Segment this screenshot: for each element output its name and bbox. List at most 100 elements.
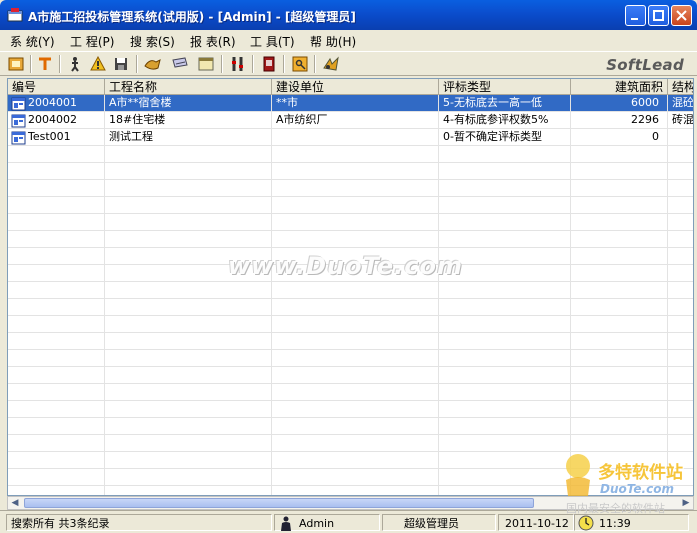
menu-tools[interactable]: 工 具(T) (250, 33, 295, 50)
cell-area: 0 (571, 129, 668, 146)
save-icon (115, 58, 127, 70)
close-icon (676, 10, 687, 21)
text-icon (39, 57, 51, 70)
status-time-value: 11:39 (599, 517, 631, 530)
cell-id: Test001 (8, 129, 105, 146)
cell-id: 2004001 (8, 95, 105, 112)
tools-button[interactable] (228, 54, 248, 74)
empty-row (8, 367, 693, 384)
menu-report[interactable]: 报 表(R) (190, 33, 236, 50)
lock-key-button[interactable] (290, 54, 310, 74)
minimize-button[interactable] (625, 5, 646, 26)
status-date: 2011-10-12 (498, 514, 574, 531)
cell-id: 2004002 (8, 112, 105, 129)
book-button[interactable] (259, 54, 279, 74)
column-header-area[interactable]: 建筑面积 (571, 79, 668, 95)
menu-help[interactable]: 帮 助(H) (310, 33, 356, 50)
cell-struct: 砖混 (668, 112, 693, 129)
cell-area: 6000 (571, 95, 668, 112)
cell-type: 5-无标底去一高一低 (439, 95, 571, 112)
minimize-icon (631, 18, 638, 20)
empty-row (8, 350, 693, 367)
edit-icon (144, 59, 161, 70)
title-bar[interactable]: A市施工招投标管理系统(试用版) - [Admin] - [超级管理员] (0, 0, 697, 30)
project-grid[interactable]: 编号 工程名称 建设单位 评标类型 建筑面积 结构 2004001 A市**宿舍楼… (7, 78, 694, 496)
toolbar: SoftLead (0, 51, 697, 76)
scroll-left-arrow-icon[interactable]: ◀ (8, 497, 22, 509)
toolbar-separator (136, 55, 138, 73)
cell-area: 2296 (571, 112, 668, 129)
settings-icon (323, 56, 339, 71)
cell-unit: A市纺织厂 (272, 112, 439, 129)
warning-icon (90, 56, 106, 71)
column-header-name[interactable]: 工程名称 (105, 79, 272, 95)
menu-project[interactable]: 工 程(P) (70, 33, 114, 50)
book-icon (263, 56, 275, 72)
cell-type: 0-暂不确定评标类型 (439, 129, 571, 146)
column-header-id[interactable]: 编号 (8, 79, 105, 95)
column-header-struct[interactable]: 结构 (668, 79, 693, 95)
empty-row (8, 163, 693, 180)
empty-row (8, 214, 693, 231)
cell-type: 4-有标底参评权数5% (439, 112, 571, 129)
maximize-icon (653, 10, 664, 21)
warning-button[interactable] (88, 54, 108, 74)
cell-unit: **市 (272, 95, 439, 112)
empty-row (8, 384, 693, 401)
toolbar-separator (30, 55, 32, 73)
table-row[interactable]: 2004002 18#住宅楼 A市纺织厂 4-有标底参评权数5% 2296 砖混 (8, 112, 693, 129)
open-button[interactable] (6, 54, 26, 74)
watermark-corner-tag: 国内最安全的软件站 (566, 502, 665, 515)
key-icon (172, 57, 188, 68)
text-button[interactable] (35, 54, 55, 74)
column-header-unit[interactable]: 建设单位 (272, 79, 439, 95)
lock-key-icon (292, 56, 308, 72)
empty-row (8, 180, 693, 197)
empty-row (8, 401, 693, 418)
mascot-icon (566, 454, 590, 496)
watermark-corner-cn: 多特软件站 (598, 463, 683, 483)
empty-row (8, 299, 693, 316)
grid-header: 编号 工程名称 建设单位 评标类型 建筑面积 结构 (8, 79, 693, 95)
open-icon (8, 57, 24, 71)
key-button[interactable] (170, 54, 190, 74)
brand-logo: SoftLead (606, 56, 684, 74)
menu-search[interactable]: 搜 索(S) (130, 33, 175, 50)
empty-row (8, 197, 693, 214)
empty-row (8, 418, 693, 435)
menu-system[interactable]: 系 统(Y) (10, 33, 55, 50)
watermark-center: www.DuoTe.com (228, 252, 463, 280)
settings-button[interactable] (321, 54, 341, 74)
save-button[interactable] (111, 54, 131, 74)
cell-struct: 混砼 (668, 95, 693, 112)
person-icon (71, 57, 79, 72)
status-user: Admin (274, 514, 380, 531)
window-button[interactable] (196, 54, 216, 74)
empty-row (8, 231, 693, 248)
watermark-corner: 多特软件站 DuoTe.com 国内最安全的软件站 (560, 450, 695, 516)
empty-row (8, 316, 693, 333)
cell-name: 测试工程 (105, 129, 272, 146)
toolbar-separator (221, 55, 223, 73)
table-row[interactable]: 2004001 A市**宿舍楼 **市 5-无标底去一高一低 6000 混砼 (8, 95, 693, 112)
watermark-corner-en: DuoTe.com (600, 482, 674, 496)
cell-struct (668, 129, 693, 146)
cell-unit (272, 129, 439, 146)
user-icon (281, 516, 291, 531)
column-header-type[interactable]: 评标类型 (439, 79, 571, 95)
person-button[interactable] (65, 54, 85, 74)
toolbar-separator (252, 55, 254, 73)
empty-row (8, 282, 693, 299)
cell-name: 18#住宅楼 (105, 112, 272, 129)
edit-button[interactable] (143, 54, 163, 74)
scrollbar-thumb[interactable] (24, 498, 534, 508)
empty-row (8, 146, 693, 163)
status-time: 11:39 (574, 514, 689, 531)
maximize-button[interactable] (648, 5, 669, 26)
cell-name: A市**宿舍楼 (105, 95, 272, 112)
close-button[interactable] (671, 5, 692, 26)
toolbar-separator (283, 55, 285, 73)
table-row[interactable]: Test001 测试工程 0-暂不确定评标类型 0 (8, 129, 693, 146)
toolbar-separator (59, 55, 61, 73)
tools-icon (232, 57, 243, 71)
